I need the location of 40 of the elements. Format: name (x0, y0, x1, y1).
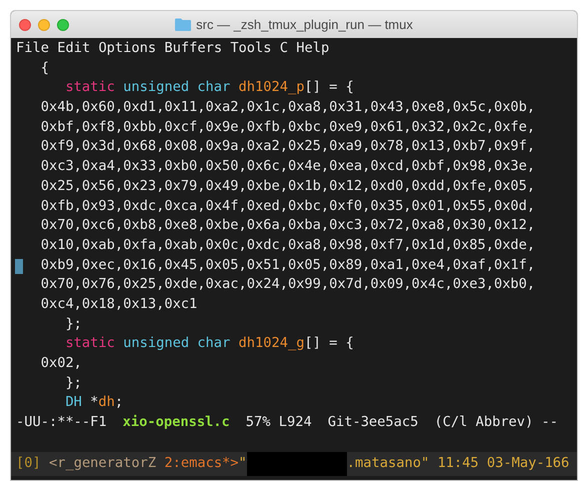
code-line: 0xf9,0x3d,0x68,0x08,0x9a,0xa2,0x25,0xa9,0x78,0x13,0xb7,0x9f, (40, 138, 536, 154)
code-line: }; (64, 374, 82, 391)
mode-line-text: xio-openssl.c (122, 413, 230, 432)
code-line: 0x4b,0x60,0xd1,0x11,0xa2,0x1c,0xa8,0x31,0x43,0xe8,0x5c,0x0b, (40, 99, 536, 116)
code-line: 0x10,0xab,0xfa,0xab,0x0c,0xdc,0xa8,0x98,0xf7,0x1d,0x85,0xde, (40, 236, 536, 253)
menu-item[interactable]: C (280, 39, 288, 59)
mode-line-text: (C/l Abbrev) -- (434, 413, 558, 432)
mode-line-text: -UU-:**--F1 (16, 413, 107, 432)
code-line: 0xc3,0xa4,0x33,0xb0,0x50,0x6c,0x4e,0xea,0xcd,0xbf,0x98,0x3e, (40, 158, 536, 174)
code-line: }; (64, 316, 82, 332)
status-text: [0] (16, 454, 41, 474)
close-button[interactable] (19, 18, 31, 30)
menu-item[interactable]: Buffers (164, 39, 222, 59)
code-line: 0xbf,0xf8,0xbb,0xcf,0x9e,0xfb,0xbc,0xe9,0x61,0x32,0x2c,0xfe, (40, 118, 536, 135)
code-line: 0x25,0x56,0x23,0x79,0x49,0xbe,0x1b,0x12,0xd0,0xdd,0xfe,0x05, (40, 178, 536, 194)
zoom-button[interactable] (57, 18, 69, 30)
code-line: 0x70,0xc6,0xb8,0xe8,0xbe,0x6a,0xba,0xc3,0x72,0xa8,0x30,0x12, (40, 217, 536, 234)
code-line: { (40, 60, 49, 76)
status-text: <r_generatorZ (48, 454, 156, 474)
code-line: 0x02, (40, 355, 82, 372)
minimize-button[interactable] (38, 18, 50, 30)
code-line: 0x70,0x76,0x25,0xde,0xac,0x24,0x99,0x7d,0x09,0x4c,0xe3,0xb0, (40, 276, 536, 292)
folder-icon (175, 18, 192, 31)
mode-line-text: 57% L924 (246, 413, 312, 432)
mode-line-text: Git-3ee5ac5 (328, 413, 418, 432)
status-text: 2:emacs*> (164, 454, 239, 474)
code-line: static unsigned char dh1024_g[] = { (64, 335, 354, 352)
code-line: 0xc4,0x18,0x13,0xc1 (40, 296, 198, 312)
code-line: 0xfb,0x93,0xdc,0xca,0x4f,0xed,0xbc,0xf0,0x35,0x01,0x55,0x0d, (40, 198, 536, 214)
code-line: DH *dh; (64, 394, 124, 410)
menu-item[interactable]: Tools (230, 39, 272, 59)
status-text: " (238, 454, 247, 474)
menu-item[interactable]: Options (98, 39, 156, 59)
status-text: .matasano" 11:45 03-May-166 (346, 454, 570, 474)
window-title: src — _zsh_tmux_plugin_run — tmux (196, 16, 413, 34)
menu-item[interactable]: Edit (57, 39, 90, 59)
code-line: static unsigned char dh1024_p[] = { (64, 79, 354, 96)
code-line: 0xb9,0xec,0x16,0x45,0x05,0x51,0x05,0x89,0xa1,0xe4,0xaf,0x1f, (40, 256, 536, 273)
menu-item[interactable]: Help (296, 39, 330, 59)
menu-item[interactable]: File (16, 39, 49, 59)
